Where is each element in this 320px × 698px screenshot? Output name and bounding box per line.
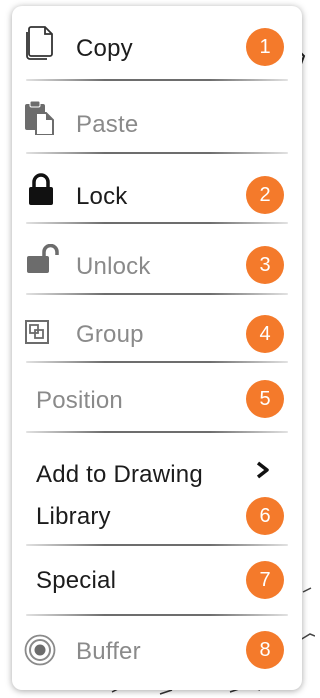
unlock-label: Unlock <box>76 253 151 280</box>
copy-icon <box>26 26 53 60</box>
copy-label: Copy <box>76 35 133 62</box>
step-badge-3: 3 <box>246 246 284 284</box>
menu-item-special[interactable]: Special 7 <box>12 546 302 616</box>
menu-divider <box>26 79 288 81</box>
group-icon <box>25 320 49 344</box>
group-label: Group <box>76 321 144 348</box>
paste-icon <box>25 101 54 135</box>
step-badge-2: 2 <box>246 176 284 214</box>
buffer-label: Buffer <box>76 638 141 665</box>
lock-label: Lock <box>76 183 128 210</box>
menu-item-paste[interactable]: Paste <box>12 82 302 152</box>
position-label: Position <box>36 387 123 414</box>
step-badge-6: 6 <box>246 497 284 535</box>
menu-item-group[interactable]: Group 4 <box>12 295 302 365</box>
step-badge-4: 4 <box>246 315 284 353</box>
menu-item-unlock[interactable]: Unlock 3 <box>12 224 302 294</box>
menu-item-position[interactable]: Position 5 <box>12 363 302 433</box>
add-to-drawing-label-line2: Library <box>36 503 111 530</box>
menu-item-add-to-drawing-library[interactable]: Add to Drawing Library 6 <box>12 433 302 545</box>
unlock-icon <box>27 244 59 273</box>
lock-icon <box>29 173 53 205</box>
chevron-right-icon <box>256 461 269 479</box>
step-badge-5: 5 <box>246 380 284 418</box>
menu-item-lock[interactable]: Lock 2 <box>12 154 302 224</box>
special-label: Special <box>36 567 117 594</box>
paste-label: Paste <box>76 111 139 138</box>
add-to-drawing-label-line1: Add to Drawing <box>36 461 203 488</box>
step-badge-8: 8 <box>246 631 284 669</box>
step-badge-7: 7 <box>246 561 284 599</box>
buffer-icon <box>24 634 56 666</box>
menu-item-buffer[interactable]: Buffer 8 <box>12 616 302 686</box>
context-menu: Copy 1 Paste Lock 2 Unlock 3 Group 4 Pos… <box>12 6 302 690</box>
menu-item-copy[interactable]: Copy 1 <box>12 6 302 76</box>
step-badge-1: 1 <box>246 28 284 66</box>
